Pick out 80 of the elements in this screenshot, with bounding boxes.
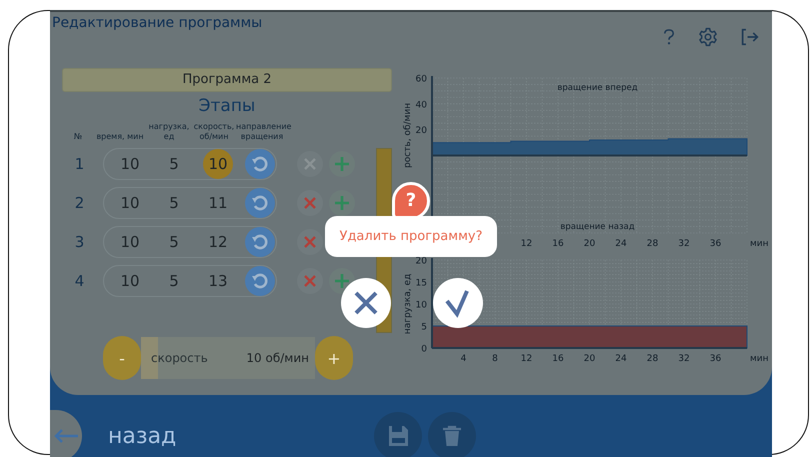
cancel-button[interactable] bbox=[341, 278, 391, 328]
y-tick-label: 15 bbox=[416, 278, 427, 288]
y-tick-label: 5 bbox=[421, 322, 427, 332]
chart-annotation: вращение вперед bbox=[557, 83, 638, 93]
y-axis-label: нагрузка, ед bbox=[403, 274, 413, 334]
chart-annotation: вращение назад bbox=[560, 222, 635, 232]
decrease-speed-button[interactable]: - bbox=[103, 336, 141, 380]
confirm-message: Удалить программу? bbox=[325, 216, 497, 257]
x-tick-label: 20 bbox=[584, 354, 596, 364]
stage-number: 4 bbox=[74, 272, 86, 290]
stage-row[interactable]: 10 5 12 bbox=[103, 226, 277, 258]
delete-stage-icon[interactable] bbox=[297, 268, 323, 294]
save-icon[interactable] bbox=[374, 412, 422, 457]
program-name-field[interactable]: Программа 2 bbox=[62, 68, 392, 92]
x-tick-label: 20 bbox=[584, 239, 596, 249]
x-tick-label: 28 bbox=[646, 354, 658, 364]
stage-number: 1 bbox=[74, 155, 86, 173]
column-header: время, мин bbox=[95, 132, 145, 142]
time-value: 10 bbox=[119, 272, 141, 290]
stage-row[interactable]: 10 5 13 bbox=[103, 265, 277, 297]
delete-stage-icon[interactable] bbox=[297, 229, 323, 255]
load-value: 5 bbox=[168, 272, 180, 290]
x-axis-label: мин bbox=[750, 354, 769, 364]
speed-slider[interactable]: скорость 10 об/мин bbox=[141, 337, 315, 379]
speed-value[interactable]: 13 bbox=[203, 266, 233, 296]
rotation-direction-icon[interactable] bbox=[245, 188, 275, 218]
stage-row[interactable]: 10 5 11 bbox=[103, 187, 277, 219]
stage-number: 3 bbox=[74, 233, 86, 251]
back-button[interactable] bbox=[50, 410, 82, 457]
x-tick-label: 28 bbox=[646, 239, 658, 249]
x-tick-label: 24 bbox=[615, 354, 627, 364]
y-tick-label: 60 bbox=[416, 74, 427, 84]
speed-value[interactable]: 11 bbox=[203, 188, 233, 218]
x-tick-label: 36 bbox=[710, 354, 722, 364]
settings-icon[interactable] bbox=[698, 27, 718, 47]
stage-row[interactable]: 10 5 10 bbox=[103, 148, 277, 180]
x-tick-label: 24 bbox=[615, 239, 627, 249]
x-tick-label: 8 bbox=[492, 354, 498, 364]
help-icon[interactable] bbox=[662, 27, 676, 47]
x-axis-label: мин bbox=[750, 239, 769, 249]
y-axis-label: рость, об/мин bbox=[403, 102, 413, 168]
x-tick-label: 36 bbox=[710, 239, 722, 249]
y-tick-label: 0 bbox=[421, 344, 427, 354]
x-tick-label: 32 bbox=[678, 239, 690, 249]
rotation-direction-icon[interactable] bbox=[245, 149, 275, 179]
back-arrow-icon bbox=[53, 428, 79, 444]
confirm-button[interactable] bbox=[433, 278, 483, 328]
delete-stage-icon[interactable] bbox=[297, 190, 323, 216]
rotation-direction-icon[interactable] bbox=[245, 266, 275, 296]
logout-icon[interactable] bbox=[740, 28, 760, 46]
x-tick-label: 4 bbox=[460, 354, 466, 364]
increase-speed-button[interactable]: + bbox=[315, 336, 353, 380]
stage-number: 2 bbox=[74, 194, 86, 212]
time-value: 10 bbox=[119, 233, 141, 251]
stages-title: Этапы bbox=[198, 96, 256, 116]
y-tick-label: 10 bbox=[416, 300, 427, 310]
speed-label: скорость bbox=[151, 351, 208, 365]
y-tick-label: 20 bbox=[416, 126, 427, 136]
delete-icon[interactable] bbox=[428, 412, 476, 457]
x-tick-label: 12 bbox=[520, 239, 532, 249]
load-value: 5 bbox=[168, 155, 180, 173]
column-header: нагрузка, ед bbox=[148, 122, 190, 142]
load-value: 5 bbox=[168, 194, 180, 212]
page-title: Редактирование программы bbox=[52, 15, 262, 31]
y-tick-label: 20 bbox=[416, 256, 427, 266]
column-header: № bbox=[72, 132, 84, 142]
load-value: 5 bbox=[168, 233, 180, 251]
y-tick-label: 40 bbox=[416, 100, 427, 110]
column-header: скорость, об/мин bbox=[192, 122, 236, 142]
speed-value[interactable]: 12 bbox=[203, 227, 233, 257]
rotation-direction-icon[interactable] bbox=[245, 227, 275, 257]
x-tick-label: 16 bbox=[552, 354, 564, 364]
x-tick-label: 32 bbox=[678, 354, 690, 364]
time-value: 10 bbox=[119, 194, 141, 212]
time-value: 10 bbox=[119, 155, 141, 173]
speed-value[interactable]: 10 bbox=[203, 149, 233, 179]
x-tick-label: 12 bbox=[520, 354, 532, 364]
x-tick-label: 16 bbox=[552, 239, 564, 249]
speed-value-text: 10 об/мин bbox=[246, 351, 309, 365]
back-label[interactable]: назад bbox=[108, 424, 176, 448]
